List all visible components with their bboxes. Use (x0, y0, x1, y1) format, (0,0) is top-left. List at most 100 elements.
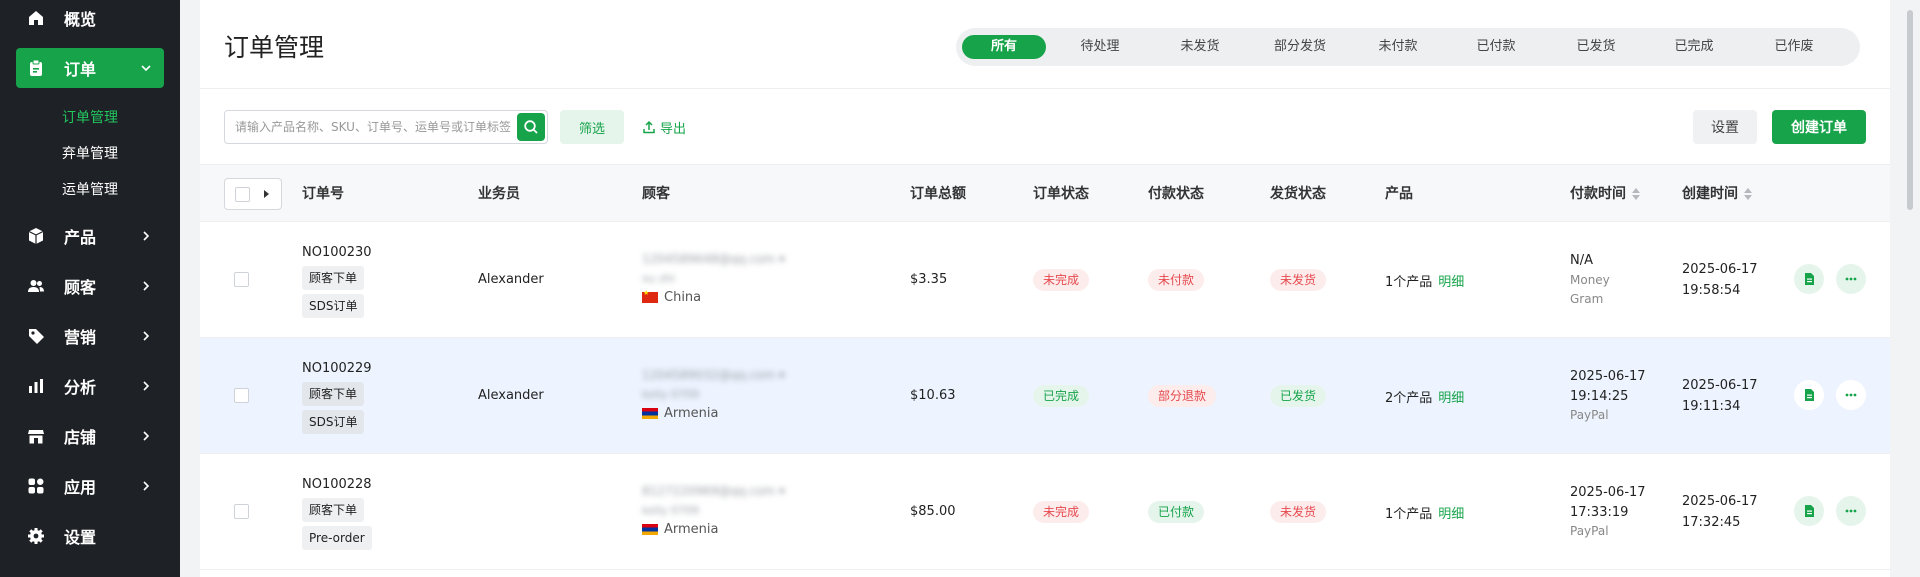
products-cell: 2个产品 明细 (1385, 387, 1464, 406)
order-total: $3.35 (910, 272, 948, 287)
created-date: 2025-06-17 (1682, 262, 1758, 277)
sort-icon[interactable] (1632, 187, 1640, 201)
view-document-button[interactable] (1794, 496, 1824, 526)
email-text: 1204589648@qq.com (642, 252, 776, 266)
table-row[interactable]: NO100230 顾客下单 SDS订单 Alexander 1204589648… (200, 222, 1890, 338)
column-header-label: 付款时间 (1570, 186, 1626, 202)
sidebar-item-analytics[interactable]: 分析 (16, 366, 164, 406)
customer-name: kelly 0709 (642, 504, 699, 517)
table-row[interactable]: NO100229 顾客下单 SDS订单 Alexander 1204589032… (200, 338, 1890, 454)
order-number[interactable]: NO100229 (302, 361, 372, 376)
tag-icon (26, 326, 46, 346)
sidebar-item-label: 订单 (64, 60, 97, 79)
more-actions-button[interactable] (1836, 380, 1866, 410)
table-row[interactable]: NO100228 顾客下单 Pre-order 8127220969@qq.co… (200, 454, 1890, 570)
column-header-total: 订单总额 (910, 186, 966, 202)
order-number[interactable]: NO100230 (302, 245, 372, 260)
filter-button[interactable]: 筛选 (560, 110, 624, 144)
sidebar-item-store[interactable]: 店铺 (16, 416, 164, 456)
column-header-shipping-status: 发货状态 (1270, 186, 1326, 202)
country-name: Armenia (664, 522, 719, 537)
tab-unshipped[interactable]: 未发货 (1152, 35, 1248, 59)
scrollbar[interactable] (1900, 0, 1920, 577)
sidebar-item-apps[interactable]: 应用 (16, 466, 164, 506)
column-header-salesperson: 业务员 (478, 186, 520, 202)
order-tag: 顾客下单 (302, 382, 365, 406)
created-time: 19:11:34 (1682, 399, 1741, 414)
chevron-right-icon (138, 378, 154, 394)
view-document-button[interactable] (1794, 264, 1824, 294)
tab-partially-shipped[interactable]: 部分发货 (1250, 35, 1350, 59)
pay-time: 19:14:25 (1570, 389, 1629, 404)
created-time: 19:58:54 (1682, 283, 1741, 298)
sidebar-item-label: 设置 (64, 528, 97, 547)
sidebar-subitem-abandoned-orders[interactable]: 弃单管理 (62, 143, 118, 163)
chevron-right-icon (138, 478, 154, 494)
chevron-right-icon (138, 328, 154, 344)
row-checkbox[interactable] (234, 388, 249, 403)
tab-completed[interactable]: 已完成 (1646, 35, 1742, 59)
select-all-checkbox[interactable] (235, 187, 250, 202)
products-count: 1个产品 (1385, 507, 1433, 522)
order-tag: 顾客下单 (302, 498, 365, 522)
select-all-dropdown[interactable] (224, 178, 282, 210)
order-tag: Pre-order (302, 526, 372, 550)
apps-icon (26, 476, 46, 496)
sidebar-item-marketing[interactable]: 营销 (16, 316, 164, 356)
search-button[interactable] (517, 113, 545, 141)
more-icon (1845, 393, 1857, 397)
order-number[interactable]: NO100228 (302, 477, 372, 492)
sidebar-subitem-shipments[interactable]: 运单管理 (62, 179, 118, 199)
tab-unpaid[interactable]: 未付款 (1350, 35, 1446, 59)
detail-link[interactable]: 明细 (1438, 391, 1464, 406)
clipboard-icon (26, 58, 46, 78)
salesperson: Alexander (478, 272, 544, 287)
pay-time: 17:33:19 (1570, 505, 1629, 520)
order-status-badge: 已完成 (1033, 385, 1090, 407)
search-input[interactable] (225, 111, 515, 143)
customer-email[interactable]: 8127220969@qq.com ▾ (642, 484, 785, 498)
sidebar-item-label: 营销 (64, 328, 97, 347)
sidebar-item-orders[interactable]: 订单 (16, 48, 164, 88)
more-actions-button[interactable] (1836, 496, 1866, 526)
sidebar-subitem-order-management[interactable]: 订单管理 (62, 107, 118, 127)
column-header-created-time[interactable]: 创建时间 (1682, 165, 1752, 223)
tab-pending[interactable]: 待处理 (1052, 35, 1148, 59)
tab-paid[interactable]: 已付款 (1448, 35, 1544, 59)
products-count: 2个产品 (1385, 391, 1433, 406)
status-tabs: 所有 待处理 未发货 部分发货 未付款 已付款 已发货 已完成 已作废 (956, 28, 1860, 66)
create-order-button[interactable]: 创建订单 (1772, 110, 1866, 144)
detail-link[interactable]: 明细 (1438, 507, 1464, 522)
tab-all[interactable]: 所有 (962, 35, 1046, 59)
tab-shipped[interactable]: 已发货 (1548, 35, 1644, 59)
sidebar-item-products[interactable]: 产品 (16, 216, 164, 256)
users-icon (26, 276, 46, 296)
email-text: 1204589032@qq.com (642, 368, 776, 382)
column-header-pay-time[interactable]: 付款时间 (1570, 165, 1640, 223)
export-label: 导出 (660, 121, 687, 137)
order-tag: 顾客下单 (302, 266, 365, 290)
sidebar-item-customers[interactable]: 顾客 (16, 266, 164, 306)
more-actions-button[interactable] (1836, 264, 1866, 294)
scrollbar-thumb[interactable] (1907, 10, 1913, 210)
customer-email[interactable]: 1204589648@qq.com ▾ (642, 252, 785, 266)
row-checkbox[interactable] (234, 504, 249, 519)
settings-button[interactable]: 设置 (1693, 110, 1757, 144)
chevron-right-icon (138, 278, 154, 294)
caret-right-icon (264, 190, 269, 198)
sort-icon[interactable] (1744, 187, 1752, 201)
customer-name: xu zhi (642, 272, 675, 285)
order-total: $85.00 (910, 504, 956, 519)
customer-country: Armenia (642, 522, 719, 537)
tab-voided[interactable]: 已作废 (1746, 35, 1842, 59)
column-header-payment-status: 付款状态 (1148, 186, 1204, 202)
sidebar-item-settings[interactable]: 设置 (16, 516, 164, 556)
view-document-button[interactable] (1794, 380, 1824, 410)
row-checkbox[interactable] (234, 272, 249, 287)
export-button[interactable]: 导出 (642, 110, 686, 144)
products-count: 1个产品 (1385, 275, 1433, 290)
chevron-right-icon (138, 428, 154, 444)
sidebar-item-overview[interactable]: 概览 (16, 0, 164, 38)
detail-link[interactable]: 明细 (1438, 275, 1464, 290)
customer-email[interactable]: 1204589032@qq.com ▾ (642, 368, 785, 382)
